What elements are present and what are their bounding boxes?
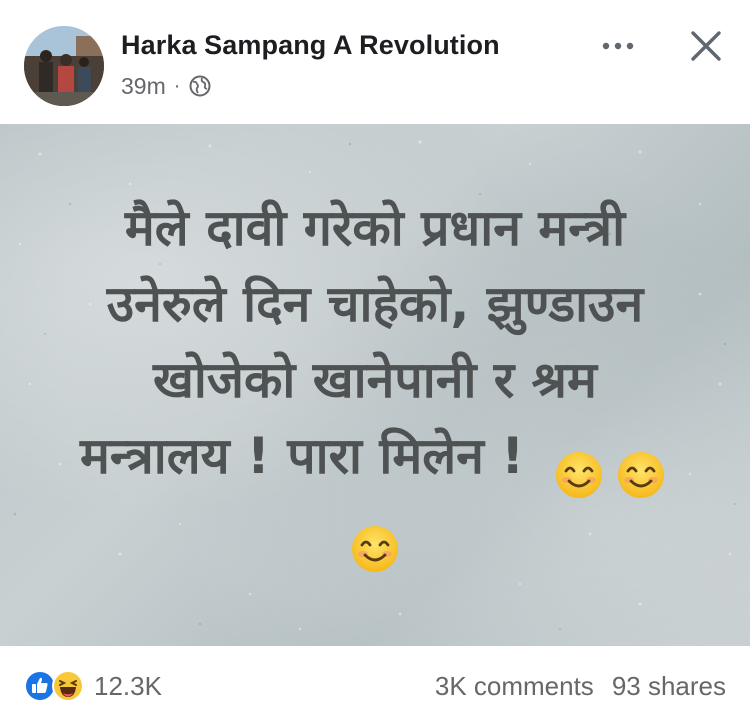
post-meta: 39m · xyxy=(121,72,212,100)
post-header: Harka Sampang A Revolution 39m · xyxy=(0,0,750,124)
smiling-face-icon xyxy=(556,452,602,498)
meta-separator: · xyxy=(173,74,181,97)
more-options-button[interactable] xyxy=(596,28,640,64)
post-footer: 12.3K 3K comments 93 shares xyxy=(0,646,750,714)
close-button[interactable] xyxy=(684,24,728,68)
post-time[interactable]: 39m xyxy=(121,73,166,100)
reactions-summary[interactable]: 12.3K xyxy=(24,670,162,702)
comments-count-link[interactable]: 3K comments xyxy=(435,671,594,702)
haha-icon xyxy=(52,670,84,702)
reaction-count: 12.3K xyxy=(94,670,162,701)
globe-icon[interactable] xyxy=(188,74,212,98)
post-stats: 3K comments 93 shares xyxy=(435,671,726,702)
emoji-group xyxy=(0,124,750,646)
facebook-post: Harka Sampang A Revolution 39m · मैले दा… xyxy=(0,0,750,714)
avatar[interactable] xyxy=(24,26,104,106)
close-icon xyxy=(691,31,721,61)
shares-count-link[interactable]: 93 shares xyxy=(612,671,726,702)
post-image[interactable]: मैले दावी गरेको प्रधान मन्त्री उनेरुले द… xyxy=(0,124,750,646)
more-icon xyxy=(602,42,634,50)
author-name[interactable]: Harka Sampang A Revolution xyxy=(121,30,500,61)
smiling-face-icon xyxy=(618,452,664,498)
smiling-face-icon xyxy=(352,526,398,572)
